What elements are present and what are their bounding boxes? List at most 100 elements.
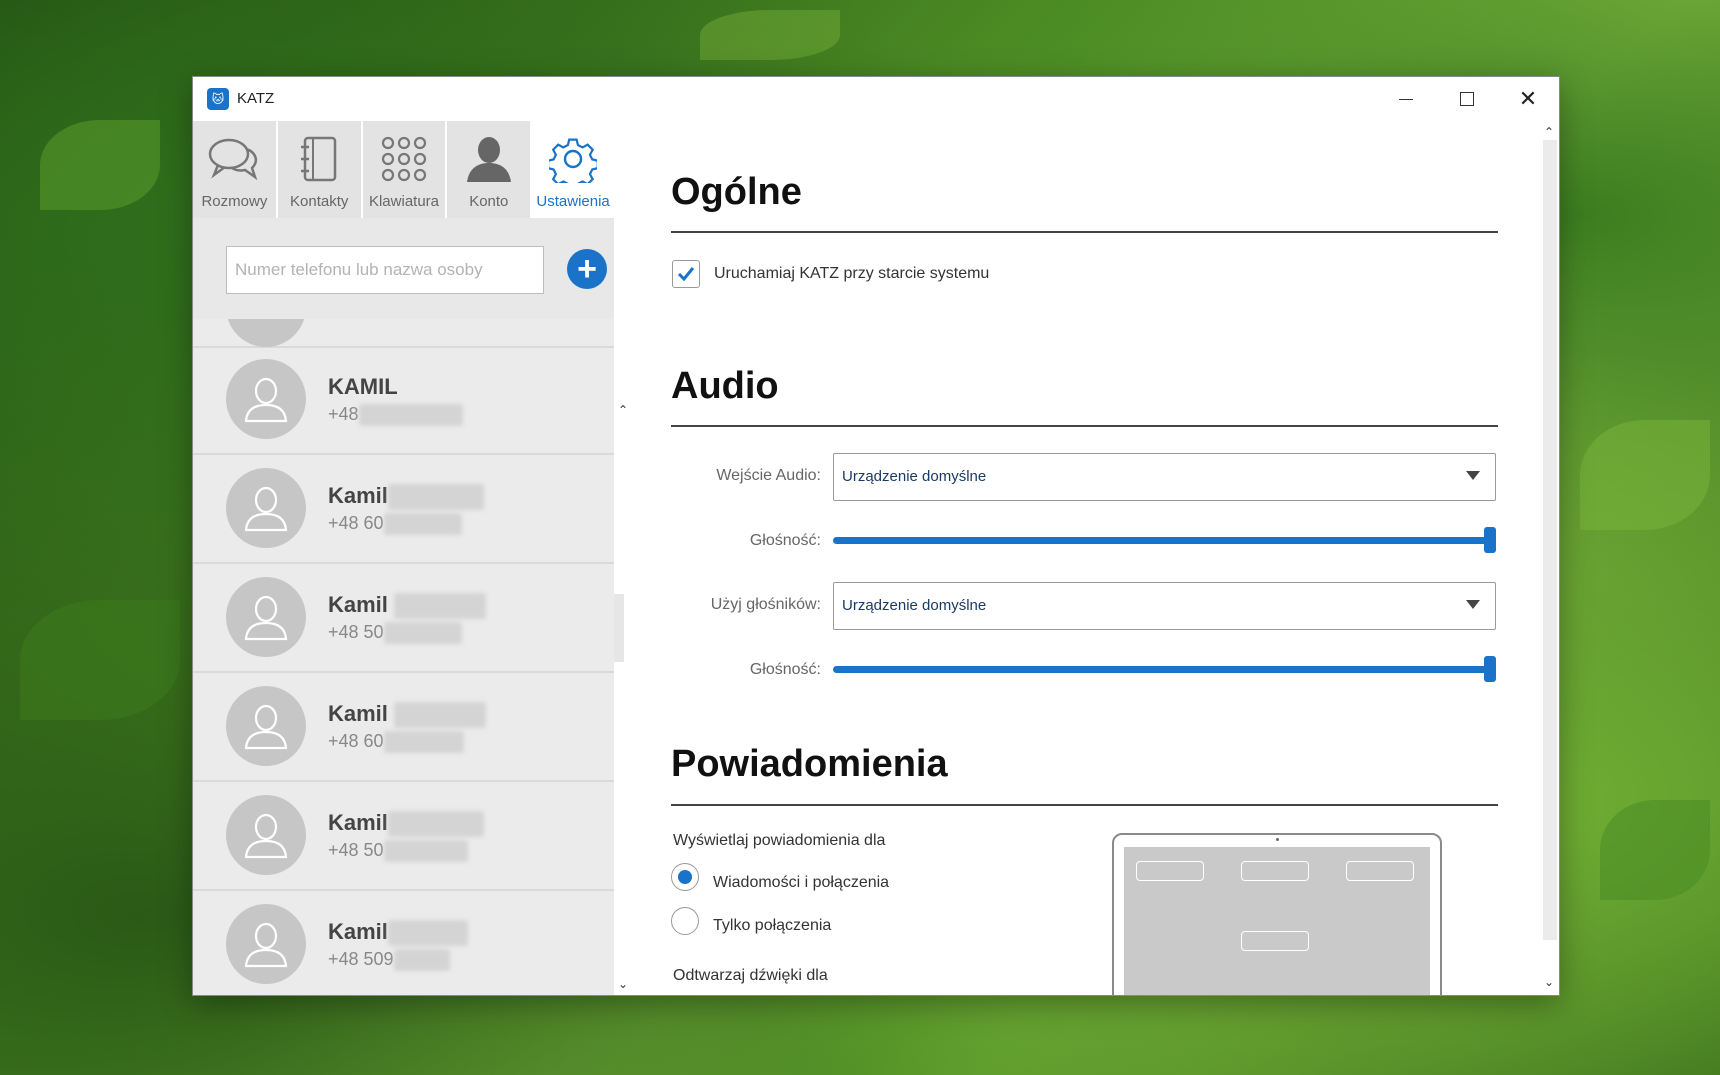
position-top-center[interactable] [1241, 861, 1309, 881]
window-title: KATZ [237, 90, 275, 107]
close-button[interactable]: ✕ [1498, 77, 1558, 121]
scroll-down-icon[interactable]: ⌄ [618, 977, 628, 991]
list-item[interactable] [193, 319, 614, 348]
audio-input-value: Urządzenie domyślne [842, 468, 987, 485]
list-item[interactable]: Kamil +48 509 [193, 891, 614, 995]
user-placeholder-icon [244, 813, 288, 859]
list-item[interactable]: Kamil +48 60 [193, 673, 614, 782]
avatar [226, 319, 306, 347]
settings-scrollbar[interactable] [1543, 140, 1557, 940]
title-bar[interactable]: 🐱 KATZ ✕ [193, 77, 1559, 121]
scroll-up-icon[interactable]: ⌃ [618, 403, 628, 417]
person-icon [466, 137, 511, 182]
audio-input-label: Wejście Audio: [716, 467, 821, 484]
left-panel: Rozmowy Kontakty Klawiatura Konto Ustawi… [193, 121, 615, 995]
section-divider [671, 804, 1498, 806]
user-placeholder-icon [244, 486, 288, 532]
output-volume-label: Głośność: [749, 661, 821, 678]
tab-rozmowy[interactable]: Rozmowy [193, 121, 276, 218]
user-placeholder-icon [244, 922, 288, 968]
list-item[interactable]: Kamil +48 60 [193, 455, 614, 564]
position-center[interactable] [1241, 931, 1309, 951]
tab-label: Rozmowy [201, 193, 268, 210]
checkmark-icon [677, 267, 695, 282]
tab-label: Kontakty [290, 193, 349, 210]
background-leaf [1600, 800, 1710, 900]
tab-kontakty[interactable]: Kontakty [277, 121, 361, 218]
list-item[interactable]: Kamil +48 50 [193, 782, 614, 891]
radio-messages-and-calls[interactable] [671, 863, 699, 891]
radio-calls-only[interactable] [671, 907, 699, 935]
background-leaf [700, 10, 840, 60]
contact-phone: +48 50 [328, 622, 462, 645]
audio-input-select[interactable]: Urządzenie domyślne [833, 453, 1496, 501]
minimize-button[interactable] [1376, 77, 1436, 121]
audio-output-value: Urządzenie domyślne [842, 597, 987, 614]
autostart-label: Uruchamiaj KATZ przy starcie systemu [714, 265, 990, 282]
section-title-general: Ogólne [671, 171, 802, 213]
radio-label: Wiadomości i połączenia [713, 874, 890, 891]
chevron-down-icon [1466, 471, 1480, 480]
contact-name: Kamil [328, 592, 487, 620]
redacted-block [383, 840, 468, 863]
gear-icon [549, 138, 598, 183]
tab-ustawienia[interactable]: Ustawienia [532, 121, 615, 218]
avatar [226, 795, 306, 875]
scroll-down-icon[interactable]: ⌄ [1544, 975, 1554, 989]
redacted-block [393, 949, 450, 972]
tab-label: Konto [469, 193, 509, 210]
redacted-block [394, 702, 487, 729]
radio-label: Tylko połączenia [713, 917, 832, 934]
avatar [226, 686, 306, 766]
contact-phone: +48 60 [328, 731, 464, 754]
position-top-left[interactable] [1136, 861, 1204, 881]
list-item[interactable]: Kamil +48 50 [193, 564, 614, 673]
contact-phone: +48 60 [328, 513, 462, 536]
redacted-block [394, 593, 487, 620]
contact-name: Kamil [328, 810, 484, 838]
redacted-block [387, 920, 468, 947]
tab-konto[interactable]: Konto [447, 121, 531, 218]
dialpad-icon [381, 136, 427, 182]
output-volume-handle[interactable] [1484, 656, 1496, 682]
app-logo-icon: 🐱 [207, 88, 229, 110]
input-volume-handle[interactable] [1484, 527, 1496, 553]
position-top-right[interactable] [1346, 861, 1414, 881]
input-volume-slider[interactable] [833, 537, 1496, 544]
output-volume-slider[interactable] [833, 666, 1496, 673]
search-input[interactable] [226, 246, 544, 294]
autostart-checkbox[interactable] [672, 260, 700, 288]
camera-dot-icon [1276, 838, 1279, 841]
notification-position-preview [1112, 833, 1442, 995]
search-area: + [193, 218, 614, 319]
chevron-down-icon [1466, 600, 1480, 609]
section-divider [671, 425, 1498, 427]
contact-name: Kamil [328, 701, 487, 729]
list-item[interactable]: KAMIL +48 [193, 346, 614, 455]
redacted-block [387, 484, 484, 511]
audio-output-label: Użyj głośników: [710, 596, 821, 613]
redacted-block [383, 622, 462, 645]
app-window: 🐱 KATZ ✕ Rozmowy Kontakty Klawiatura Kon… [193, 77, 1559, 995]
section-title-audio: Audio [671, 365, 779, 407]
maximize-button[interactable] [1437, 77, 1497, 121]
audio-output-select[interactable]: Urządzenie domyślne [833, 582, 1496, 630]
section-divider [671, 231, 1498, 233]
show-notifications-label: Wyświetlaj powiadomienia dla [673, 832, 886, 849]
contact-list[interactable]: KAMIL +48 Kamil +48 60 Kamil +48 50 Kami… [193, 319, 614, 995]
tab-klawiatura[interactable]: Klawiatura [362, 121, 446, 218]
avatar [226, 359, 306, 439]
background-leaf [20, 600, 180, 720]
scroll-up-icon[interactable]: ⌃ [1544, 125, 1554, 139]
section-title-notifications: Powiadomienia [671, 743, 948, 785]
redacted-block [383, 513, 462, 536]
contact-name: KAMIL [328, 374, 398, 399]
play-sounds-label: Odtwarzaj dźwięki dla [673, 967, 828, 984]
minimize-icon [1399, 98, 1413, 100]
main-tabs: Rozmowy Kontakty Klawiatura Konto Ustawi… [193, 121, 615, 218]
add-contact-button[interactable]: + [567, 249, 607, 289]
background-leaf [40, 120, 160, 210]
contact-name: Kamil [328, 483, 484, 511]
contact-name: Kamil [328, 919, 468, 947]
maximize-icon [1460, 92, 1474, 106]
